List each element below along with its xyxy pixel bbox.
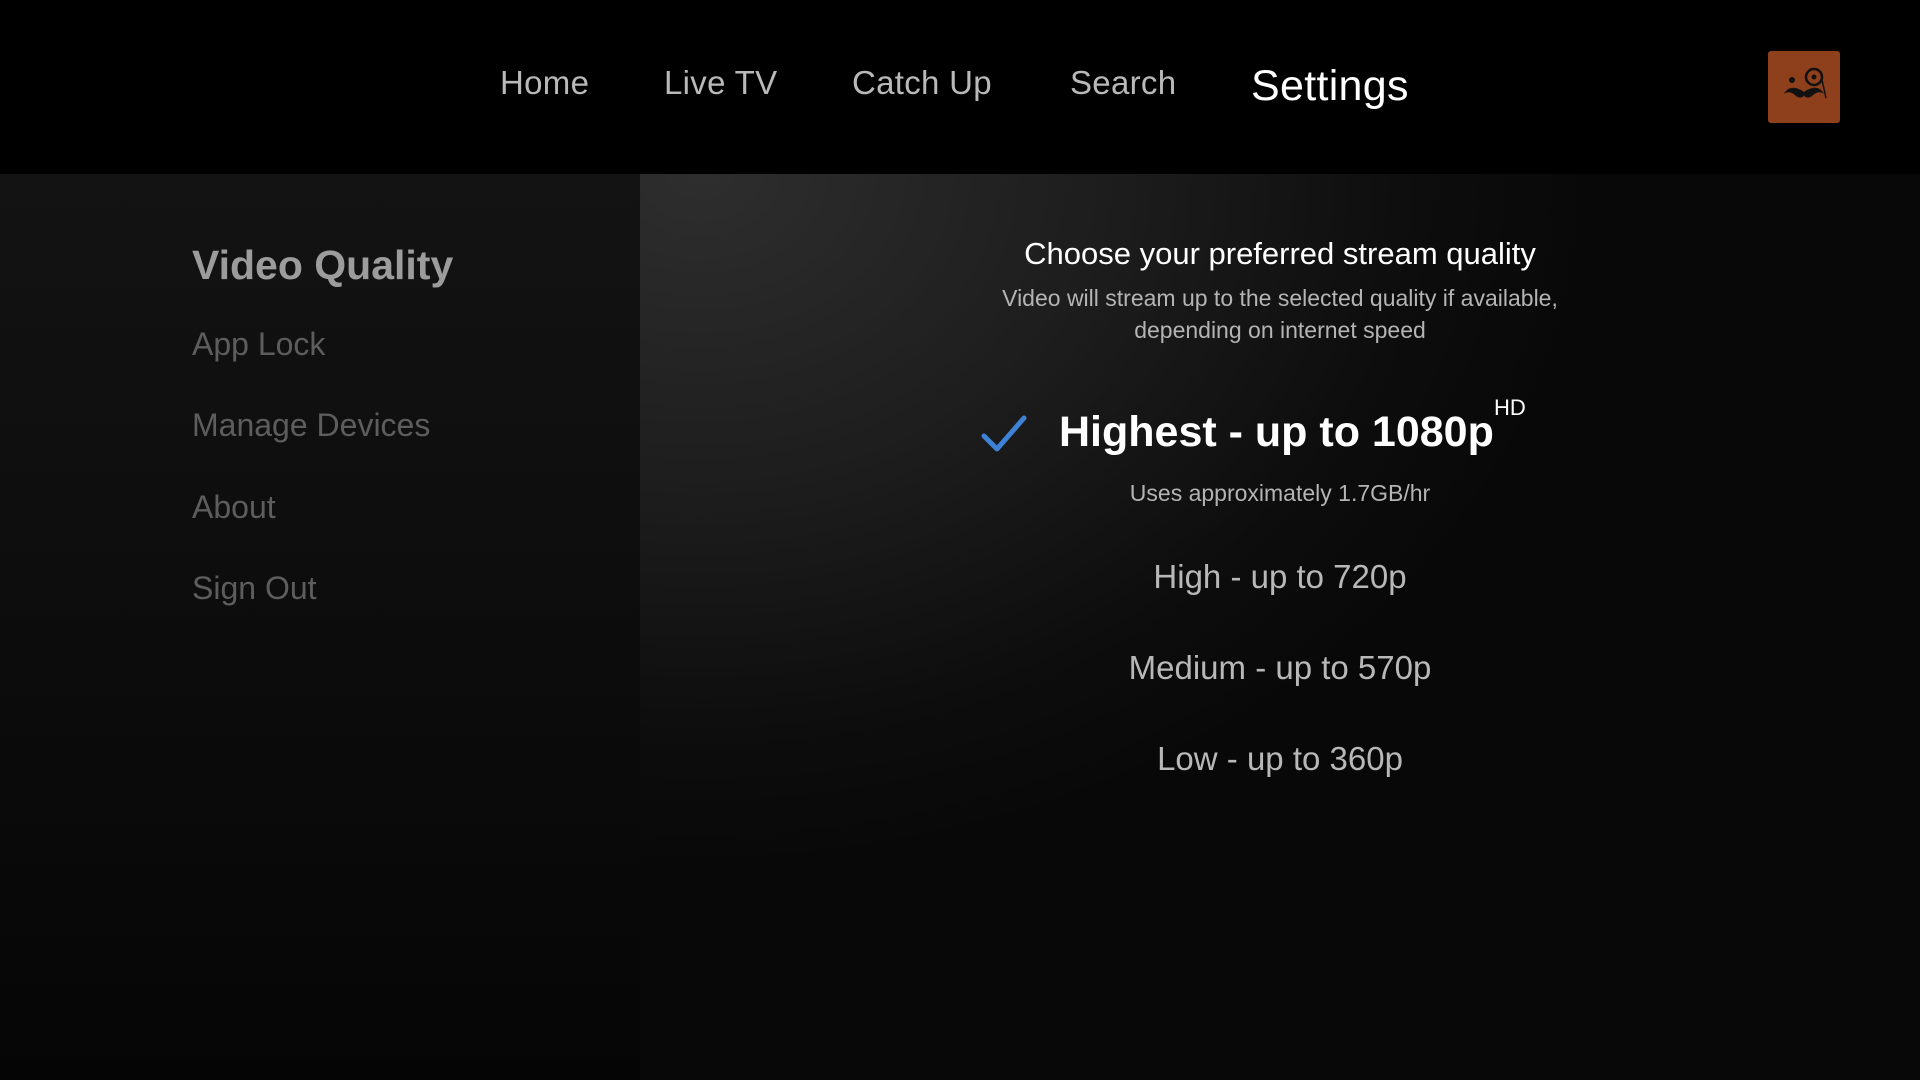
mustache-monocle-icon [1784, 67, 1827, 99]
profile-avatar[interactable] [1768, 51, 1840, 123]
panel-title: Choose your preferred stream quality [1024, 236, 1536, 271]
sidebar-item-about[interactable]: About [192, 489, 276, 526]
nav-search[interactable]: Search [1070, 64, 1176, 102]
nav-settings[interactable]: Settings [1251, 62, 1409, 111]
nav-home[interactable]: Home [500, 64, 589, 102]
quality-option-medium[interactable]: Medium - up to 570p [640, 649, 1920, 687]
main-nav: Home Live TV Catch Up Search Settings [0, 0, 1920, 174]
settings-sidebar: Video Quality App Lock Manage Devices Ab… [0, 174, 640, 1080]
sidebar-item-manage-devices[interactable]: Manage Devices [192, 407, 430, 444]
sidebar-item-sign-out[interactable]: Sign Out [192, 570, 317, 607]
video-quality-panel: Choose your preferred stream quality Vid… [640, 174, 1920, 1080]
quality-option-highest-note: Uses approximately 1.7GB/hr [1129, 480, 1431, 506]
nav-catch-up[interactable]: Catch Up [852, 64, 992, 102]
sidebar-item-video-quality[interactable]: Video Quality [192, 242, 453, 289]
nav-live-tv[interactable]: Live TV [664, 64, 777, 102]
quality-option-highest[interactable]: Highest - up to 1080p HD [640, 395, 1920, 468]
panel-subtitle: Video will stream up to the selected qua… [980, 282, 1580, 346]
quality-option-highest-label: Highest - up to 1080p [1059, 408, 1494, 456]
hd-badge: HD [1494, 395, 1526, 420]
sidebar-item-app-lock[interactable]: App Lock [192, 326, 325, 363]
panel-subtitle-line-2: depending on internet speed [1134, 317, 1426, 343]
top-bar: Home Live TV Catch Up Search Settings [0, 0, 1920, 174]
quality-option-low[interactable]: Low - up to 360p [640, 740, 1920, 778]
quality-option-high[interactable]: High - up to 720p [640, 558, 1920, 596]
checkmark-icon [981, 415, 1027, 452]
panel-subtitle-line-1: Video will stream up to the selected qua… [1002, 285, 1558, 311]
